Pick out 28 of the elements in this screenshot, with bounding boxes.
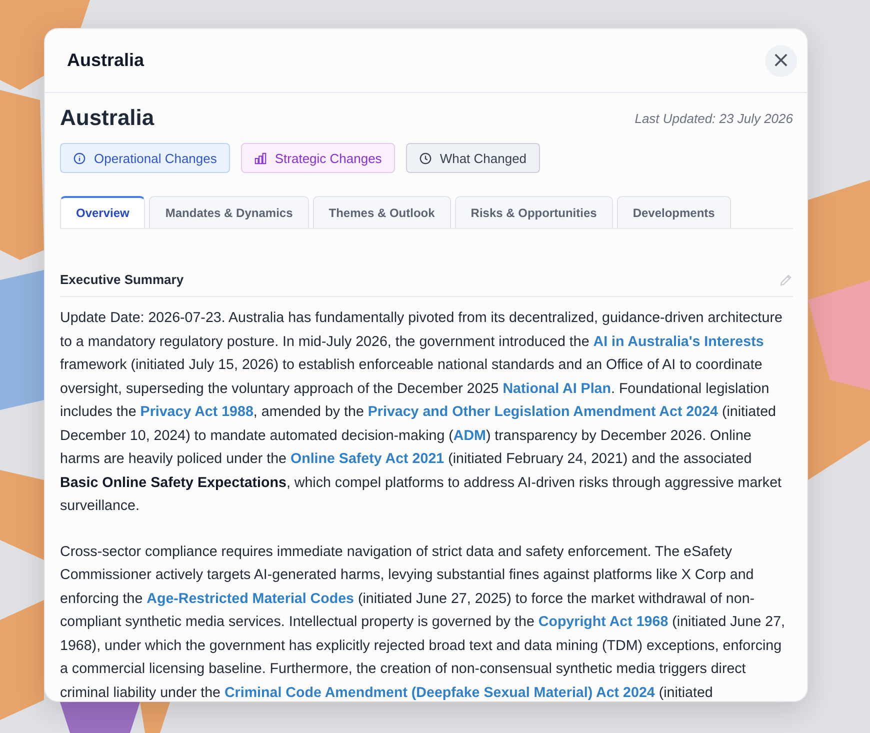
country-title: Australia (60, 105, 154, 131)
modal-title: Australia (67, 50, 144, 71)
link[interactable]: Copyright Act 1968 (538, 614, 668, 630)
edit-icon[interactable] (779, 272, 793, 286)
link[interactable]: ADM (453, 428, 486, 444)
action-button[interactable]: Operational Changes (60, 143, 230, 173)
tab[interactable]: Themes & Outlook (312, 196, 451, 228)
tab[interactable]: Mandates & Dynamics (149, 196, 309, 228)
close-button[interactable]: × (765, 44, 797, 76)
link[interactable]: National AI Plan (502, 380, 611, 396)
tab[interactable]: Risks & Opportunities (454, 196, 613, 228)
link[interactable]: Criminal Code Amendment (Deepfake Sexual Material) Act 2024 (224, 684, 655, 700)
tab[interactable]: Developments (616, 196, 731, 228)
section-title: Executive Summary (60, 272, 184, 287)
last-updated-text: Last Updated: 23 July 2026 (634, 110, 793, 126)
link[interactable]: Privacy Act 1988 (140, 404, 254, 420)
tab[interactable]: Overview (60, 196, 146, 228)
link[interactable]: Age-Restricted Material Codes (146, 590, 354, 606)
bar-chart-icon (254, 152, 267, 164)
paragraph: Update Date: 2026-07-23. Australia has fundamentally pivoted from its decentralized, guidance-driven architecture to a mandatory regulatory posture. In mid-July 2026, the government introduced the AI in Australia's Interests framework (initiated July 15, 2026) to establish enforceable national standards and an Office of AI to coordinate oversight, superseding the voluntary approach of the December 2025 National AI Plan. Foundational legislation includes the Privacy Act 1988, amended by the Privacy and Other Legislation Amendment Act 2024 (initiated December 10, 2024) to mandate automated decision-making (ADM) transparency by December 2026. Online harms are heavily policed under the Online Safety Act 2021 (initiated February 24, 2021) and the associated Basic Online Safety Expectations, which compel platforms to address AI-driven risks through aggressive market surveillance. (60, 309, 784, 516)
link[interactable]: AI in Australia's Interests (593, 334, 764, 350)
action-button[interactable]: What Changed (406, 143, 540, 173)
paragraph: Cross-sector compliance requires immediate navigation of strict data and safety enforcement. The eSafety Commissioner actively targets AI-generated harms, levying substantial fines against platforms like X Corp and enforcing the Age-Restricted Material Codes (initiated June 27, 2025) to force the market withdrawal of non-compliant synthetic media services. Intellectual property is governed by the Copyright Act 1968 (initiated June 27, 1968), under which the government has explicitly rejected broad text and data mining (TDM) exceptions, enforcing a commercial licensing baseline. Furthermore, the creation of non-consensual synthetic media triggers direct criminal liability under the Criminal Code Amendment (Deepfake Sexual Material) Act 2024 (initiated (60, 542, 786, 701)
info-icon (73, 152, 86, 164)
action-button[interactable]: Strategic Changes (240, 143, 395, 173)
clock-icon (418, 152, 432, 164)
link[interactable]: Privacy and Other Legislation Amendment Act 2024 (368, 404, 718, 420)
link[interactable]: Online Safety Act 2021 (290, 451, 444, 467)
